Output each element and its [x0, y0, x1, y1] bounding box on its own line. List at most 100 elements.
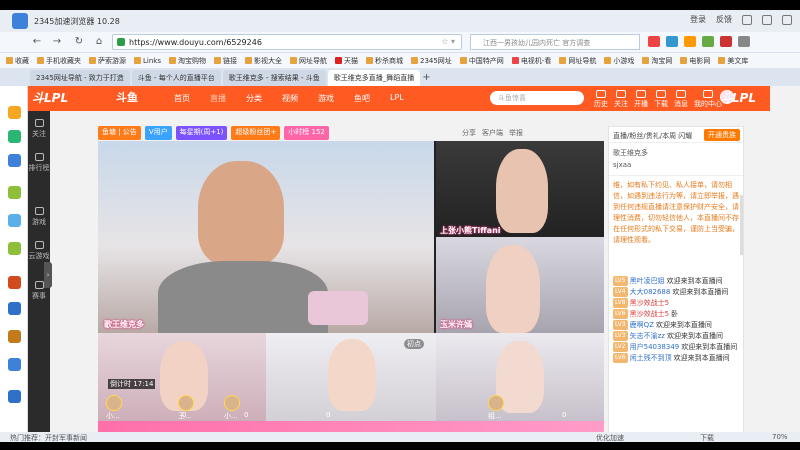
bookmark-item[interactable]: 链接 [213, 56, 237, 66]
douyu-logo[interactable]: 斗LPL [32, 89, 68, 106]
menu-home[interactable]: 首页 [174, 93, 190, 104]
new-tab-button[interactable]: + [422, 70, 436, 86]
tab-2345[interactable]: 2345网址导航 - 致力于打造 [30, 70, 130, 86]
bookmark-item[interactable]: 秒杀商城 [365, 56, 403, 66]
tag-notice[interactable]: 鱼塘 | 公告 [98, 126, 141, 140]
menu-icon[interactable] [738, 36, 750, 47]
start-live-button[interactable]: 开播 [634, 90, 648, 109]
app-icon[interactable] [8, 358, 21, 371]
bookmark-item[interactable]: 手机收藏夹 [37, 56, 81, 66]
pk-seat[interactable]: 王... [178, 395, 194, 420]
status-news[interactable]: 热门推荐：开封军事新闻 [10, 433, 87, 442]
zoom-level[interactable]: 70% [772, 433, 788, 441]
share-button[interactable]: 分享 [462, 128, 476, 138]
search-input[interactable]: 江西一男孩幼儿园内死亡 官方调查 [470, 34, 640, 50]
download-button[interactable]: 下载 [654, 90, 668, 109]
report-button[interactable]: 举报 [509, 128, 523, 138]
chat-scrollbar[interactable] [740, 195, 743, 255]
chat-username[interactable]: 大大082688 [630, 287, 671, 297]
sidenav-collapse-handle[interactable]: › [44, 262, 52, 288]
menu-live[interactable]: 直播 [210, 93, 226, 104]
login-link[interactable]: 登录 [690, 14, 706, 25]
games-icon[interactable] [684, 36, 696, 47]
pk-seat[interactable]: 组... [488, 395, 504, 420]
menu-video[interactable]: 视频 [282, 93, 298, 104]
history-button[interactable]: 历史 [594, 90, 608, 109]
menu-category[interactable]: 分类 [246, 93, 262, 104]
news-icon[interactable] [648, 36, 660, 47]
bookmark-item[interactable]: 中国特产网 [459, 56, 504, 66]
chat-username[interactable]: 黑叶凌巴姐 [630, 276, 665, 286]
menu-yuba[interactable]: 鱼吧 [354, 93, 370, 104]
tag-weekly[interactable]: 每星期(周+1) [175, 126, 228, 140]
new-badge-icon[interactable] [720, 36, 732, 47]
bookmark-item[interactable]: 淘宝网 [642, 56, 672, 66]
tag-fan-club[interactable]: 超级粉丝团+ [231, 126, 281, 140]
app-icon[interactable] [8, 186, 21, 199]
app-icon[interactable] [8, 302, 21, 315]
game-icon[interactable] [8, 276, 21, 289]
feedback-link[interactable]: 反馈 [716, 14, 732, 25]
home-icon[interactable]: ⌂ [92, 35, 106, 49]
menu-games[interactable]: 游戏 [318, 93, 334, 104]
chat-username[interactable]: 鹿啊QZ [630, 320, 654, 330]
follow-button[interactable]: 关注 [614, 90, 628, 109]
sidenav-games[interactable]: 游戏 [28, 207, 50, 227]
tab-search-results[interactable]: 歌王维克多 - 搜索结果 - 斗鱼 [222, 70, 326, 86]
close-icon[interactable] [782, 14, 792, 25]
refresh-icon[interactable]: ↻ [72, 35, 86, 49]
bookmark-item[interactable]: 电影网 [680, 56, 710, 66]
client-button[interactable]: 客户端 [482, 128, 503, 138]
app-icon[interactable] [8, 242, 21, 255]
calendar-icon[interactable] [8, 154, 21, 167]
app-icon[interactable] [8, 330, 21, 343]
menu-lpl[interactable]: LPL [390, 93, 404, 104]
back-icon[interactable]: ← [30, 35, 44, 49]
bookmark-item[interactable]: 淘宝购物 [168, 56, 206, 66]
tag-hour-rank[interactable]: 小时榜 152 [284, 126, 329, 140]
bookmark-star-icon[interactable]: ☆ ▾ [441, 37, 455, 46]
pk-seat[interactable]: 小... [224, 395, 240, 420]
bookmark-item[interactable]: 网址导航 [289, 56, 327, 66]
app-icon[interactable] [8, 214, 21, 227]
tab-live-room[interactable]: 歌王维克多直播_舞蹈直播 [327, 70, 421, 86]
chat-username[interactable]: 矢志不渝zz [630, 331, 665, 341]
tab-douyu-home[interactable]: 斗鱼 - 每个人的直播平台 [131, 70, 221, 86]
status-download[interactable]: 下载 [700, 433, 714, 442]
favorites-icon[interactable] [8, 106, 21, 119]
tag-vip[interactable]: V用户 [144, 126, 172, 140]
bookmark-item[interactable]: 电视机-看 [511, 56, 551, 66]
video-player[interactable]: 歌王维克多 上张小熊Tiffani 玉米许嫣 倒计时 17:14 初点 小...… [98, 141, 604, 433]
douyu-search-input[interactable]: 斗鱼惊喜 [490, 91, 584, 105]
bookmark-item[interactable]: 小游戏 [604, 56, 634, 66]
messages-button[interactable]: 消息 [674, 90, 688, 109]
sidenav-follow[interactable]: 关注 [28, 119, 50, 139]
pk-seat[interactable]: 小... [106, 395, 122, 420]
bookmark-item[interactable]: 2345网址 [410, 56, 452, 66]
extension-icon[interactable] [702, 36, 714, 47]
address-bar[interactable]: https://www.douyu.com/6529246 ☆ ▾ [112, 34, 462, 50]
bookmark-item[interactable]: Links [134, 57, 161, 65]
clock-icon[interactable] [8, 130, 21, 143]
status-optimize[interactable]: 优化加速 [596, 433, 624, 442]
maximize-icon[interactable] [762, 14, 772, 25]
bookmark-item[interactable]: 网址导航 [559, 56, 596, 66]
my-center-button[interactable]: 我的中心 [694, 90, 722, 109]
chat-header-text[interactable]: 直播/粉丝/贵礼/本周 闪耀 [613, 132, 692, 140]
minimize-icon[interactable] [742, 14, 752, 25]
bookmark-item[interactable]: 美文库 [718, 56, 748, 66]
chat-username[interactable]: 闲土残不到顶 [630, 353, 672, 363]
bookmark-item[interactable]: 影视大全 [244, 56, 282, 66]
sidenav-ranking[interactable]: 排行榜 [28, 153, 50, 173]
bookmark-item[interactable]: 收藏 [6, 56, 29, 66]
forward-icon[interactable]: → [50, 35, 64, 49]
chat-username[interactable]: 黑沙效战士5 [630, 309, 669, 319]
sidenav-cloud-games[interactable]: 云游戏 [28, 241, 50, 261]
chat-username[interactable]: 用户54038349 [630, 342, 680, 352]
app-icon[interactable] [8, 390, 21, 403]
translate-icon[interactable] [666, 36, 678, 47]
bookmark-item[interactable]: 天猫 [334, 56, 358, 66]
open-noble-button[interactable]: 开通贵族 [704, 129, 740, 141]
chat-username[interactable]: 黑沙效战士5 [630, 298, 669, 308]
bookmark-item[interactable]: 萨索游源 [89, 56, 126, 66]
